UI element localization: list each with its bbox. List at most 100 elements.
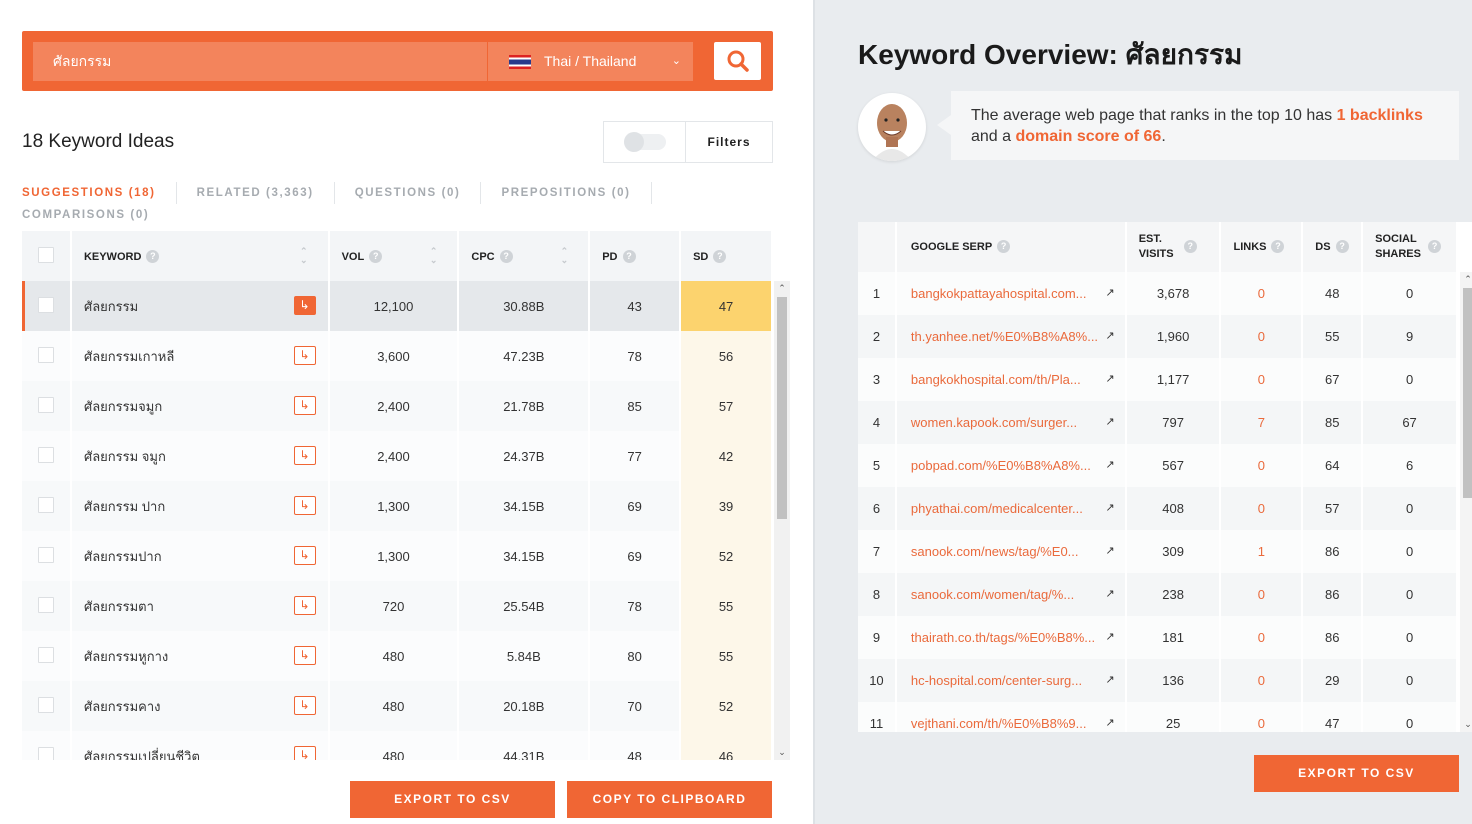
serp-url-link[interactable]: bangkokpattayahospital.com...	[911, 286, 1087, 301]
row-checkbox[interactable]	[37, 396, 54, 413]
serp-url-link[interactable]: bangkokhospital.com/th/Pla...	[911, 372, 1081, 387]
col-vol[interactable]: VOL? ⌃ ⌄	[328, 231, 460, 281]
external-link-icon[interactable]: ↗	[1106, 501, 1115, 514]
row-checkbox[interactable]	[37, 346, 54, 363]
keyword-row[interactable]: ศัลยกรรมหูกาง ↳ 480 5.84B 80 55	[22, 631, 773, 681]
open-keyword-icon[interactable]: ↳	[293, 396, 316, 415]
keyword-text: ศัลยกรรมเปลี่ยนชีวิต	[83, 748, 200, 761]
row-checkbox[interactable]	[37, 746, 54, 760]
ds-cell: 67	[1302, 358, 1364, 401]
external-link-icon[interactable]: ↗	[1106, 329, 1115, 342]
keyword-row[interactable]: ศัลยกรรมตา ↳ 720 25.54B 78 55	[22, 581, 773, 631]
open-keyword-icon[interactable]: ↳	[293, 446, 316, 465]
col-links: LINKS?	[1220, 222, 1304, 272]
serp-url-link[interactable]: pobpad.com/%E0%B8%A8%...	[911, 458, 1091, 473]
sd-cell: 55	[680, 581, 773, 631]
external-link-icon[interactable]: ↗	[1106, 673, 1115, 686]
insight-bubble: The average web page that ranks in the t…	[937, 91, 1459, 160]
keyword-row[interactable]: ศัลยกรรมเกาหลี ↳ 3,600 47.23B 78 56	[22, 331, 773, 381]
open-keyword-icon[interactable]: ↳	[293, 596, 316, 615]
row-checkbox[interactable]	[37, 696, 54, 713]
serp-row: 6 phyathai.com/medicalcenter... ↗ 408 0 5…	[858, 487, 1458, 530]
row-checkbox[interactable]	[37, 496, 54, 513]
row-checkbox[interactable]	[37, 446, 54, 463]
avatar	[858, 93, 926, 161]
tab-questions[interactable]: QUESTIONS (0)	[355, 182, 482, 204]
external-link-icon[interactable]: ↗	[1106, 286, 1115, 299]
rank-cell: 2	[858, 315, 897, 358]
scroll-down-icon[interactable]: ⌄	[774, 747, 790, 758]
keyword-row[interactable]: ศัลยกรรม จมูก ↳ 2,400 24.37B 77 42	[22, 431, 773, 481]
export-csv-button[interactable]: EXPORT TO CSV	[350, 781, 555, 818]
serp-url-link[interactable]: sanook.com/news/tag/%E0...	[911, 544, 1079, 559]
col-rank	[858, 222, 897, 272]
col-cpc[interactable]: CPC? ⌃ ⌄	[458, 231, 591, 281]
serp-url-link[interactable]: thairath.co.th/tags/%E0%B8%...	[911, 630, 1095, 645]
search-button[interactable]	[714, 42, 761, 80]
keyword-text: ศัลยกรรมจมูก	[83, 398, 163, 414]
ds-cell: 85	[1302, 401, 1364, 444]
keyword-row[interactable]: ศัลยกรรมเปลี่ยนชีวิต ↳ 480 44.31B 48 46	[22, 731, 773, 761]
sd-cell: 57	[680, 381, 773, 431]
links-cell: 0	[1220, 358, 1304, 401]
tab-suggestions[interactable]: SUGGESTIONS (18)	[22, 182, 177, 204]
col-pd[interactable]: PD?	[589, 231, 682, 281]
open-keyword-icon[interactable]: ↳	[293, 696, 316, 715]
external-link-icon[interactable]: ↗	[1106, 587, 1115, 600]
external-link-icon[interactable]: ↗	[1106, 544, 1115, 557]
serp-row: 9 thairath.co.th/tags/%E0%B8%... ↗ 181 0 …	[858, 616, 1458, 659]
open-keyword-icon[interactable]: ↳	[293, 646, 316, 665]
keyword-row[interactable]: ศัลยกรรมปาก ↳ 1,300 34.15B 69 52	[22, 531, 773, 581]
keyword-ideas-panel: Thai / Thailand ⌄ 18 Keyword Ideas Filte…	[0, 0, 813, 824]
rank-cell: 7	[858, 530, 897, 573]
keyword-row[interactable]: ศัลยกรรมคาง ↳ 480 20.18B 70 52	[22, 681, 773, 731]
serp-url-link[interactable]: sanook.com/women/tag/%...	[911, 587, 1074, 602]
keyword-row[interactable]: ศัลยกรรมจมูก ↳ 2,400 21.78B 85 57	[22, 381, 773, 431]
external-link-icon[interactable]: ↗	[1106, 458, 1115, 471]
external-link-icon[interactable]: ↗	[1106, 716, 1115, 729]
language-select[interactable]: Thai / Thailand ⌄	[488, 42, 693, 81]
tab-prepositions[interactable]: PREPOSITIONS (0)	[501, 182, 652, 204]
col-keyword[interactable]: KEYWORD? ⌃ ⌄	[70, 231, 330, 281]
copy-to-clipboard-button[interactable]: COPY TO CLIPBOARD	[567, 781, 772, 818]
scroll-up-icon[interactable]: ⌃	[774, 283, 790, 294]
keyword-text: ศัลยกรรมตา	[83, 598, 154, 614]
open-keyword-icon[interactable]: ↳	[293, 346, 316, 365]
row-checkbox[interactable]	[37, 596, 54, 613]
row-checkbox[interactable]	[37, 646, 54, 663]
open-keyword-icon[interactable]: ↳	[293, 746, 316, 760]
tab-comparisons[interactable]: COMPARISONS (0)	[22, 204, 169, 226]
serp-url-link[interactable]: vejthani.com/th/%E0%B8%9...	[911, 716, 1087, 731]
keyword-row[interactable]: ศัลยกรรม ↳ 12,100 30.88B 43 47	[22, 281, 773, 331]
col-sd[interactable]: SD?	[680, 231, 773, 281]
ds-cell: 86	[1302, 616, 1364, 659]
keyword-search-input[interactable]	[33, 42, 487, 81]
serp-url-link[interactable]: th.yanhee.net/%E0%B8%A8%...	[911, 329, 1098, 344]
serp-export-csv-button[interactable]: EXPORT TO CSV	[1254, 755, 1459, 792]
external-link-icon[interactable]: ↗	[1106, 372, 1115, 385]
scroll-down-icon[interactable]: ⌄	[1460, 719, 1472, 730]
serp-table-scrollbar[interactable]: ⌃ ⌄	[1460, 272, 1472, 732]
keyword-row[interactable]: ศัลยกรรม ปาก ↳ 1,300 34.15B 69 39	[22, 481, 773, 531]
filters-button[interactable]: Filters	[685, 122, 772, 162]
select-all-checkbox[interactable]	[37, 246, 54, 263]
links-cell: 0	[1220, 487, 1304, 530]
row-checkbox[interactable]	[37, 546, 54, 563]
scroll-up-icon[interactable]: ⌃	[1460, 274, 1472, 285]
filters-toggle[interactable]	[624, 132, 666, 152]
open-keyword-icon[interactable]: ↳	[293, 546, 316, 565]
row-checkbox[interactable]	[37, 296, 54, 313]
external-link-icon[interactable]: ↗	[1106, 630, 1115, 643]
pd-cell: 77	[589, 431, 682, 481]
serp-url-link[interactable]: women.kapook.com/surger...	[911, 415, 1077, 430]
pd-cell: 70	[589, 681, 682, 731]
keyword-table-scrollbar[interactable]: ⌃ ⌄	[774, 281, 790, 760]
cpc-cell: 47.23B	[458, 331, 591, 381]
serp-url-link[interactable]: phyathai.com/medicalcenter...	[911, 501, 1083, 516]
serp-url-link[interactable]: hc-hospital.com/center-surg...	[911, 673, 1082, 688]
external-link-icon[interactable]: ↗	[1106, 415, 1115, 428]
links-cell: 7	[1220, 401, 1304, 444]
open-keyword-icon[interactable]: ↳	[293, 296, 316, 315]
tab-related[interactable]: RELATED (3,363)	[197, 182, 335, 204]
open-keyword-icon[interactable]: ↳	[293, 496, 316, 515]
